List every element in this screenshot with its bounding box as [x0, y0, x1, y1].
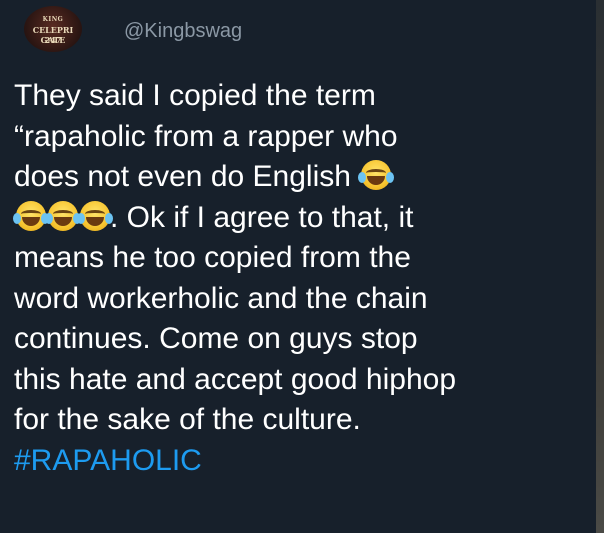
tweet-line: means he too copied from the: [14, 241, 411, 274]
face-with-tears-of-joy-icon: [45, 200, 81, 231]
face-with-tears-of-joy-icon: [77, 200, 113, 231]
user-handle[interactable]: @Kingbswag: [124, 20, 242, 43]
tweet-line: for the sake of the culture.: [14, 403, 361, 436]
tweet-text: They said I copied the term “rapaholic f…: [13, 76, 586, 482]
tweet-card: KING CELEPRI GATE 247 @Kingbswag They sa…: [0, 0, 604, 533]
tweet-line: They said I copied the term: [14, 79, 376, 112]
avatar[interactable]: KING CELEPRI GATE 247: [24, 6, 82, 52]
tweet-line: “rapaholic from a rapper who: [14, 119, 398, 153]
tweet-line: does not even do English: [14, 157, 586, 198]
face-with-tears-of-joy-icon: [13, 200, 49, 231]
tweet-line: this hate and accept good hiphop: [14, 362, 457, 396]
tweet-header: KING CELEPRI GATE 247 @Kingbswag: [14, 0, 574, 62]
hashtag-link[interactable]: #RAPAHOLIC: [14, 441, 586, 482]
tweet-line: continues. Come on guys stop: [14, 322, 418, 355]
tweet-line-text: does not even do English: [14, 160, 351, 193]
face-with-tears-of-joy-icon: [358, 160, 395, 190]
avatar-logo-line1: KING: [42, 16, 64, 23]
tweet-line: word workerholic and the chain: [14, 281, 428, 315]
background-image-edge: [596, 0, 604, 533]
tweet-line: . Ok if I agree to that, it: [13, 198, 586, 239]
avatar-logo-line3: 247: [44, 35, 62, 45]
tweet-line-text: . Ok if I agree to that, it: [110, 200, 414, 234]
